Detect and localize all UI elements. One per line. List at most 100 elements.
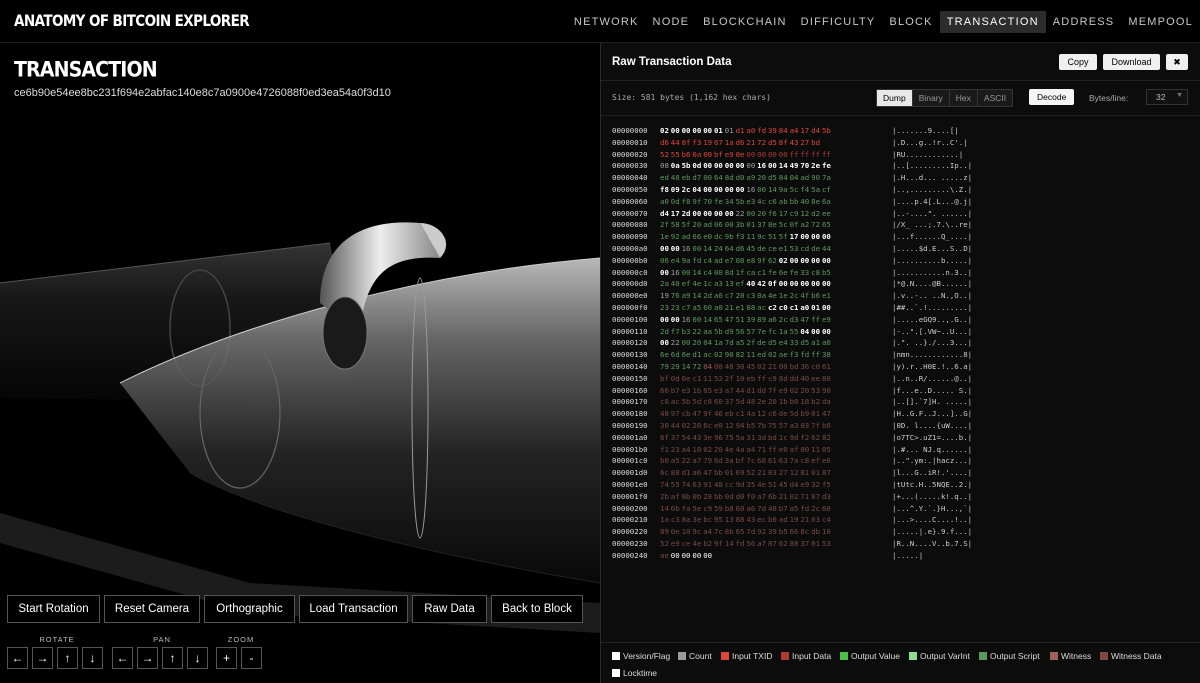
hex-byte[interactable]: 06 [714,219,724,231]
hex-byte[interactable]: fe [768,267,778,279]
hex-byte[interactable]: 72 [757,137,767,149]
hex-byte[interactable]: b6 [682,149,692,161]
hex-byte[interactable]: 45 [746,243,756,255]
hex-byte[interactable]: 00 [703,125,713,137]
hex-byte[interactable]: 56 [736,326,746,338]
hex-byte[interactable]: 48 [768,503,778,515]
hex-byte[interactable]: 70 [800,160,810,172]
hex-byte[interactable]: 0d [671,373,681,385]
hex-byte[interactable]: 16 [671,267,681,279]
hex-byte[interactable]: 37 [757,219,767,231]
hex-byte[interactable]: c8 [703,396,713,408]
hex-byte[interactable]: 2c [790,290,800,302]
hex-byte[interactable]: 47 [725,314,735,326]
hex-byte[interactable]: e4 [671,255,681,267]
hex-byte[interactable]: 00 [703,184,713,196]
hex-byte[interactable]: 82 [736,349,746,361]
hex-byte[interactable]: bd [811,137,821,149]
hex-byte[interactable]: fa [682,503,692,515]
hex-byte[interactable]: bb [790,196,800,208]
hex-byte[interactable]: ae [660,550,670,562]
hex-byte[interactable]: 14 [682,361,692,373]
hex-byte[interactable]: cd [800,243,810,255]
hex-byte[interactable]: 00 [671,243,681,255]
hex-byte[interactable]: f0 [746,491,756,503]
hex-byte[interactable]: 03 [800,420,810,432]
hex-byte[interactable]: e1 [822,290,832,302]
hex-byte[interactable]: 4e [692,538,702,550]
hex-byte[interactable]: a7 [757,491,767,503]
hex-byte[interactable]: ff [811,149,821,161]
hex-byte[interactable]: 48 [725,361,735,373]
hex-byte[interactable]: 40 [671,278,681,290]
hex-byte[interactable]: d7 [692,172,702,184]
hex-byte[interactable]: ad [714,255,724,267]
hex-byte[interactable]: 2d [682,208,692,220]
hex-byte[interactable]: 10 [736,373,746,385]
hex-byte[interactable]: f3 [790,349,800,361]
hex-byte[interactable]: 60 [703,302,713,314]
hex-byte[interactable]: 20 [692,420,702,432]
hex-byte[interactable]: 22 [736,208,746,220]
hex-byte[interactable]: bc [703,514,713,526]
hex-byte[interactable]: 61 [768,455,778,467]
hex-byte[interactable]: ae [779,349,789,361]
hex-byte[interactable]: f8 [682,196,692,208]
hex-byte[interactable]: 10 [682,526,692,538]
hex-byte[interactable]: ce [682,538,692,550]
raw-data-button[interactable]: Raw Data [412,595,487,623]
hex-byte[interactable]: 12 [790,467,800,479]
hex-byte[interactable]: e0 [703,231,713,243]
nav-block[interactable]: BLOCK [882,11,939,33]
hex-byte[interactable]: 5d [736,396,746,408]
hex-byte[interactable]: 88 [790,538,800,550]
hex-byte[interactable]: c0 [811,361,821,373]
hex-byte[interactable]: 00 [682,267,692,279]
hex-byte[interactable]: 2f [660,219,670,231]
hex-byte[interactable]: d5 [768,137,778,149]
hex-byte[interactable]: 01 [746,219,756,231]
hex-byte[interactable]: c0 [779,302,789,314]
hex-byte[interactable]: 01 [811,538,821,550]
hex-byte[interactable]: d1 [736,125,746,137]
hex-byte[interactable]: 44 [671,137,681,149]
hex-byte[interactable]: 20 [757,208,767,220]
hex-byte[interactable]: ab [779,196,789,208]
mode-hex[interactable]: Hex [949,90,978,106]
hex-byte[interactable]: fd [800,349,810,361]
hex-byte[interactable]: 0d [671,196,681,208]
hex-byte[interactable]: 29 [671,361,681,373]
hex-byte[interactable]: 40 [800,373,810,385]
hex-byte[interactable]: ad [703,219,713,231]
mode-dump[interactable]: Dump [877,90,913,106]
hex-byte[interactable]: 4c [757,196,767,208]
hex-byte[interactable]: db [811,526,821,538]
hex-byte[interactable]: d2 [811,208,821,220]
hex-byte[interactable]: c8 [660,396,670,408]
hex-byte[interactable]: 2d [660,326,670,338]
hex-byte[interactable]: 00 [714,160,724,172]
hex-byte[interactable]: f1 [660,444,670,456]
download-button[interactable]: Download [1103,54,1160,70]
hex-byte[interactable]: 81 [800,467,810,479]
hex-byte[interactable]: c1 [790,302,800,314]
hex-byte[interactable]: a6 [746,503,756,515]
zoom-in-button[interactable]: + [216,647,237,669]
hex-byte[interactable]: 92 [757,526,767,538]
hex-byte[interactable]: 7d [757,503,767,515]
hex-byte[interactable]: 6d [671,349,681,361]
hex-byte[interactable]: 4e [692,278,702,290]
hex-byte[interactable]: 88 [746,302,756,314]
hex-byte[interactable]: 5d [692,396,702,408]
hex-byte[interactable]: 88 [671,467,681,479]
hex-byte[interactable]: b2 [703,538,713,550]
hex-byte[interactable]: 22 [682,455,692,467]
hex-byte[interactable]: 37 [725,396,735,408]
hex-byte[interactable]: 27 [779,467,789,479]
hex-byte[interactable]: 32 [811,479,821,491]
hex-byte[interactable]: 87 [822,467,832,479]
hex-byte[interactable]: 11 [746,349,756,361]
hex-byte[interactable]: a3 [790,420,800,432]
hex-byte[interactable]: fd [757,125,767,137]
hex-byte[interactable]: 72 [692,361,702,373]
